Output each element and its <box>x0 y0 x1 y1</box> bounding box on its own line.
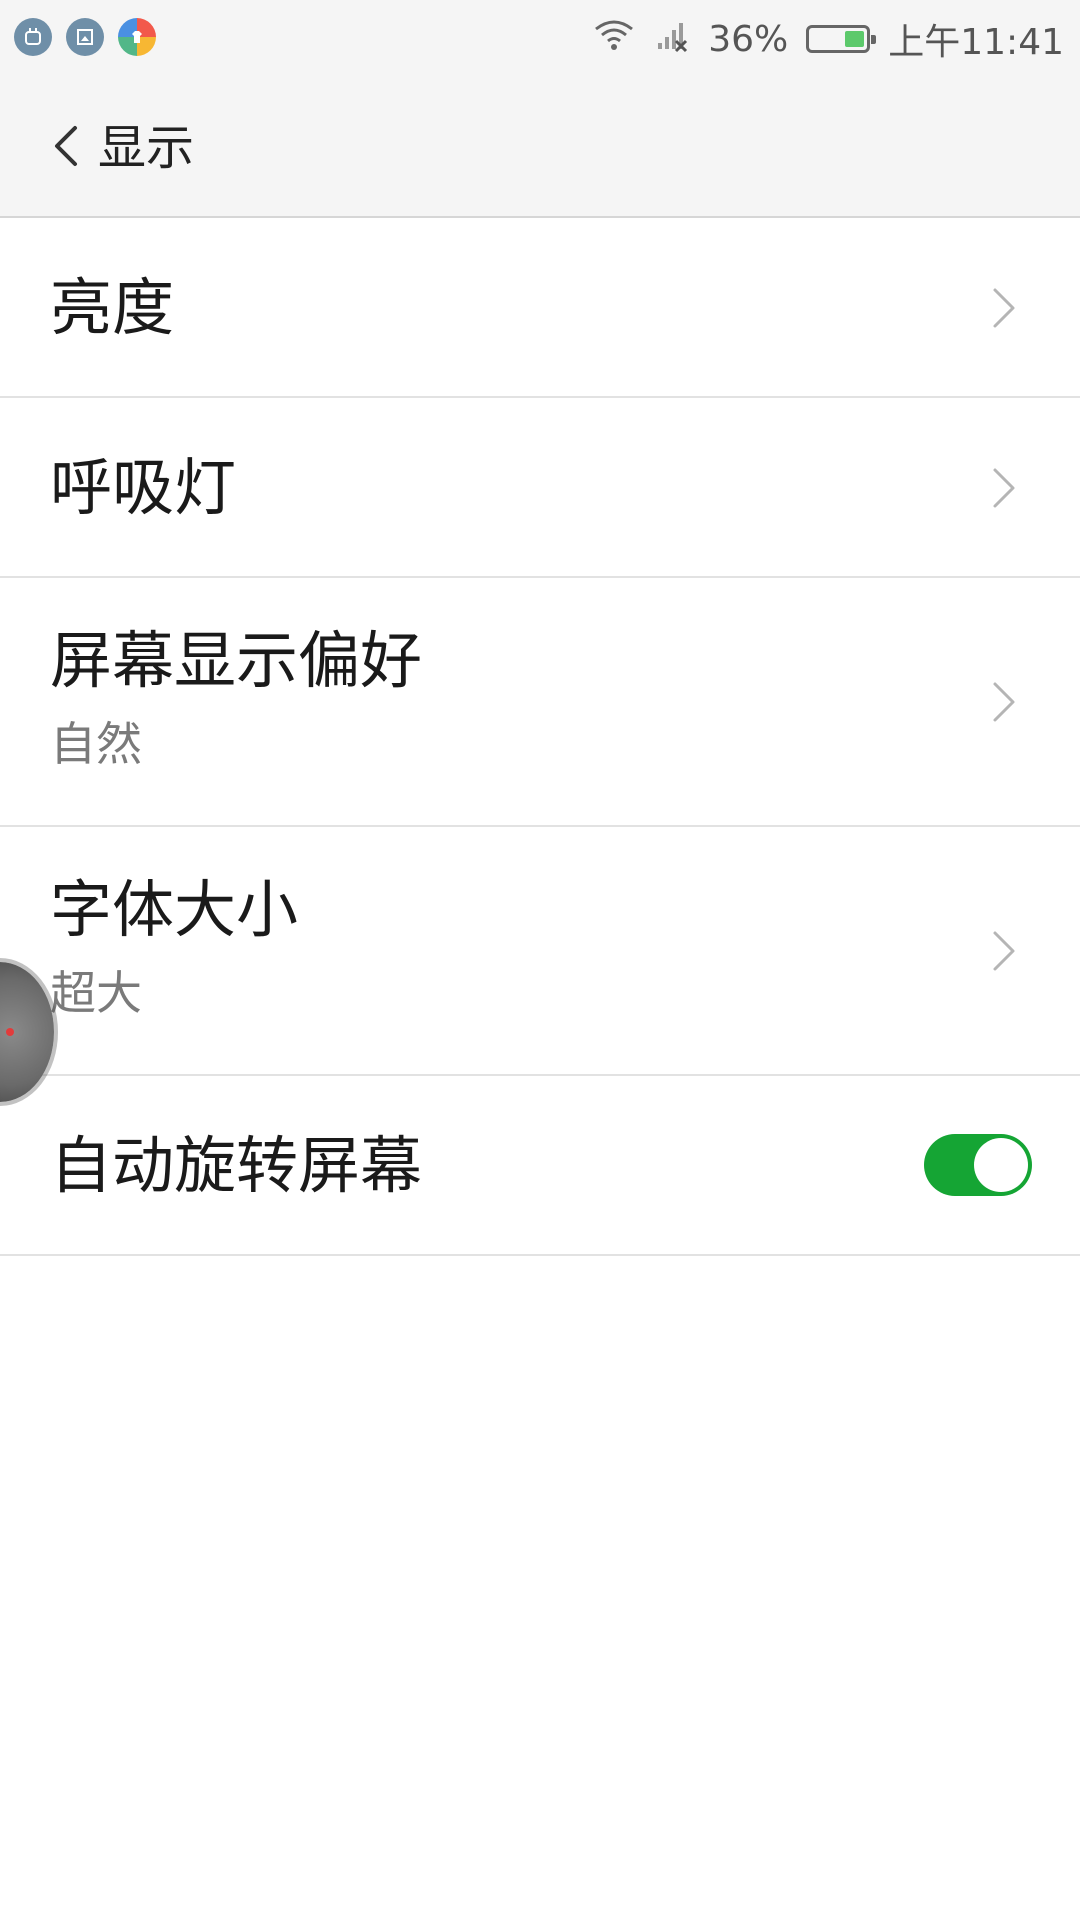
chevron-right-icon <box>984 921 1024 981</box>
setting-breathing-light[interactable]: 呼吸灯 <box>0 398 1080 578</box>
setting-font-size[interactable]: 字体大小 超大 <box>0 827 1080 1076</box>
setting-title: 亮度 <box>50 271 175 344</box>
indicator-dot <box>6 1028 14 1036</box>
chevron-right-icon <box>984 278 1024 338</box>
setting-title: 屏幕显示偏好 <box>50 624 423 697</box>
setting-title: 自动旋转屏幕 <box>50 1129 423 1202</box>
notification-icons <box>14 18 156 56</box>
setting-brightness[interactable]: 亮度 <box>0 218 1080 398</box>
theme-store-icon <box>118 18 156 56</box>
back-button[interactable] <box>36 116 96 176</box>
screenshot-icon <box>66 18 104 56</box>
setting-value: 超大 <box>50 966 142 1020</box>
status-time: 上午11:41 <box>888 22 1064 63</box>
setting-screen-display-preference[interactable]: 屏幕显示偏好 自然 <box>0 578 1080 827</box>
setting-title: 呼吸灯 <box>50 451 237 524</box>
signal-icon <box>654 17 690 62</box>
toggle-knob <box>974 1138 1028 1192</box>
display-settings-screen: 36% 上午11:41 显示 亮度 呼吸灯 屏幕显示偏好 自然 字体大小 超大 … <box>0 0 1080 1920</box>
battery-icon <box>806 25 877 53</box>
status-bar: 36% 上午11:41 <box>0 0 1080 78</box>
setting-auto-rotate[interactable]: 自动旋转屏幕 <box>0 1076 1080 1256</box>
page-title: 显示 <box>98 120 195 176</box>
auto-rotate-toggle[interactable] <box>924 1134 1032 1196</box>
robot-icon <box>14 18 52 56</box>
status-indicators: 36% 上午11:41 <box>592 14 1064 64</box>
setting-value: 自然 <box>50 717 142 771</box>
chevron-left-icon <box>55 126 77 166</box>
battery-level-fill <box>845 31 865 47</box>
chevron-right-icon <box>984 672 1024 732</box>
chevron-right-icon <box>984 458 1024 518</box>
battery-percent: 36% <box>708 18 789 60</box>
wifi-icon <box>592 17 636 62</box>
setting-title: 字体大小 <box>50 873 299 946</box>
app-header: 显示 <box>0 78 1080 218</box>
settings-list: 亮度 呼吸灯 屏幕显示偏好 自然 字体大小 超大 自动旋转屏幕 <box>0 218 1080 1256</box>
